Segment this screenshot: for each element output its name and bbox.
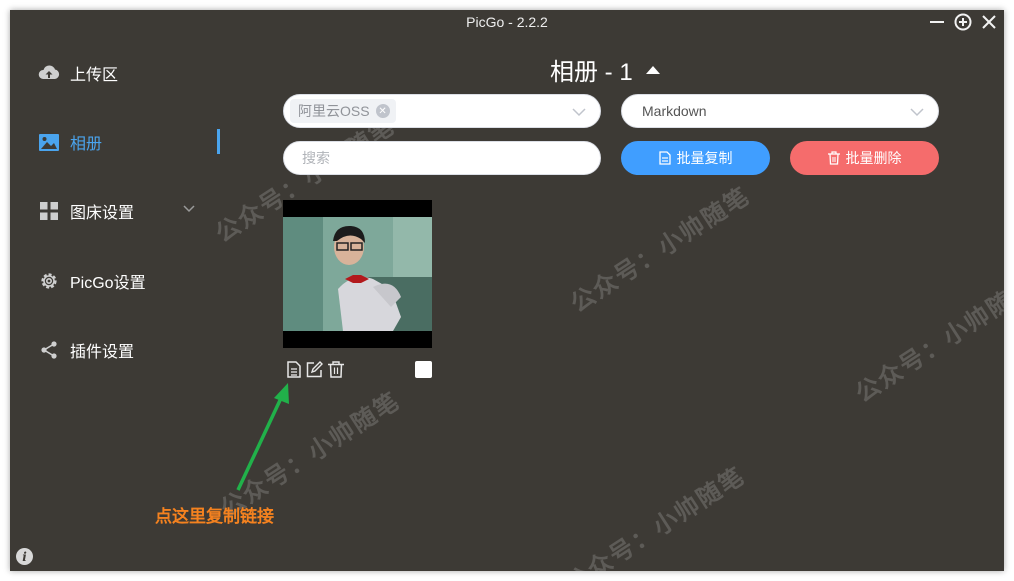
page-title: 相册 - 1 bbox=[550, 52, 661, 87]
watermark: 公众号：小帅随笔 bbox=[851, 272, 1004, 408]
trash-icon bbox=[827, 151, 840, 165]
chevron-down-icon bbox=[572, 108, 586, 117]
sidebar-item-bed-settings[interactable]: 图床设置 bbox=[38, 198, 134, 224]
sidebar-item-label: 插件设置 bbox=[70, 344, 135, 361]
document-icon bbox=[658, 151, 671, 165]
picgo-window: 公众号：小帅随笔 公众号：小帅随笔 公众号：小帅随笔 公众号：小帅随笔 公众号：… bbox=[10, 10, 1004, 571]
title-bar: PicGo - 2.2.2 bbox=[10, 10, 1004, 36]
sidebar-item-upload[interactable]: 上传区 bbox=[38, 60, 118, 86]
active-indicator bbox=[217, 129, 220, 154]
search-input[interactable] bbox=[283, 141, 601, 175]
sidebar-item-label: 图床设置 bbox=[70, 205, 135, 222]
gallery-title-text: 相册 - 1 bbox=[550, 59, 633, 86]
sidebar-item-label: PicGo设置 bbox=[70, 275, 146, 292]
sidebar-item-gallery[interactable]: 相册 bbox=[38, 129, 102, 155]
close-icon[interactable] bbox=[979, 12, 999, 32]
batch-delete-label: 批量删除 bbox=[845, 150, 902, 166]
cloud-upload-icon bbox=[38, 62, 60, 84]
batch-copy-button[interactable]: 批量复制 bbox=[621, 141, 770, 175]
info-icon[interactable]: i bbox=[16, 548, 33, 565]
minimize-icon[interactable] bbox=[927, 12, 947, 32]
chevron-down-icon[interactable] bbox=[182, 202, 196, 216]
watermark: 公众号：小帅随笔 bbox=[566, 182, 756, 318]
gallery-image-thumbnail[interactable] bbox=[283, 200, 432, 348]
bed-select[interactable]: 阿里云OSS ✕ bbox=[283, 94, 601, 128]
image-select-checkbox[interactable] bbox=[415, 361, 432, 378]
selected-bed-tag: 阿里云OSS ✕ bbox=[290, 99, 396, 123]
image-actions bbox=[284, 360, 345, 379]
sidebar-item-picgo-settings[interactable]: PicGo设置 bbox=[38, 268, 146, 294]
sidebar-item-plugin-settings[interactable]: 插件设置 bbox=[38, 337, 134, 363]
gear-icon bbox=[38, 270, 60, 292]
window-title: PicGo - 2.2.2 bbox=[466, 14, 548, 30]
format-value: Markdown bbox=[642, 103, 707, 119]
delete-icon[interactable] bbox=[326, 360, 345, 379]
chevron-down-icon bbox=[910, 108, 924, 117]
batch-delete-button[interactable]: 批量删除 bbox=[790, 141, 939, 175]
caret-up-icon[interactable] bbox=[645, 65, 661, 75]
tag-close-icon[interactable]: ✕ bbox=[375, 104, 390, 118]
picture-icon bbox=[38, 131, 60, 153]
selected-bed-label: 阿里云OSS bbox=[298, 103, 370, 119]
sidebar-item-label: 上传区 bbox=[70, 67, 119, 84]
copy-link-icon[interactable] bbox=[284, 360, 303, 379]
format-select[interactable]: Markdown bbox=[621, 94, 939, 128]
sidebar-item-label: 相册 bbox=[70, 136, 103, 153]
share-icon bbox=[38, 339, 60, 361]
watermark: 公众号：小帅随笔 bbox=[561, 462, 751, 571]
batch-copy-label: 批量复制 bbox=[676, 150, 733, 166]
grid-icon bbox=[38, 200, 60, 222]
edit-icon[interactable] bbox=[305, 360, 324, 379]
annotation-label: 点这里复制链接 bbox=[155, 507, 274, 526]
annotation-arrow bbox=[236, 383, 289, 491]
plus-circle-icon[interactable] bbox=[953, 12, 973, 32]
